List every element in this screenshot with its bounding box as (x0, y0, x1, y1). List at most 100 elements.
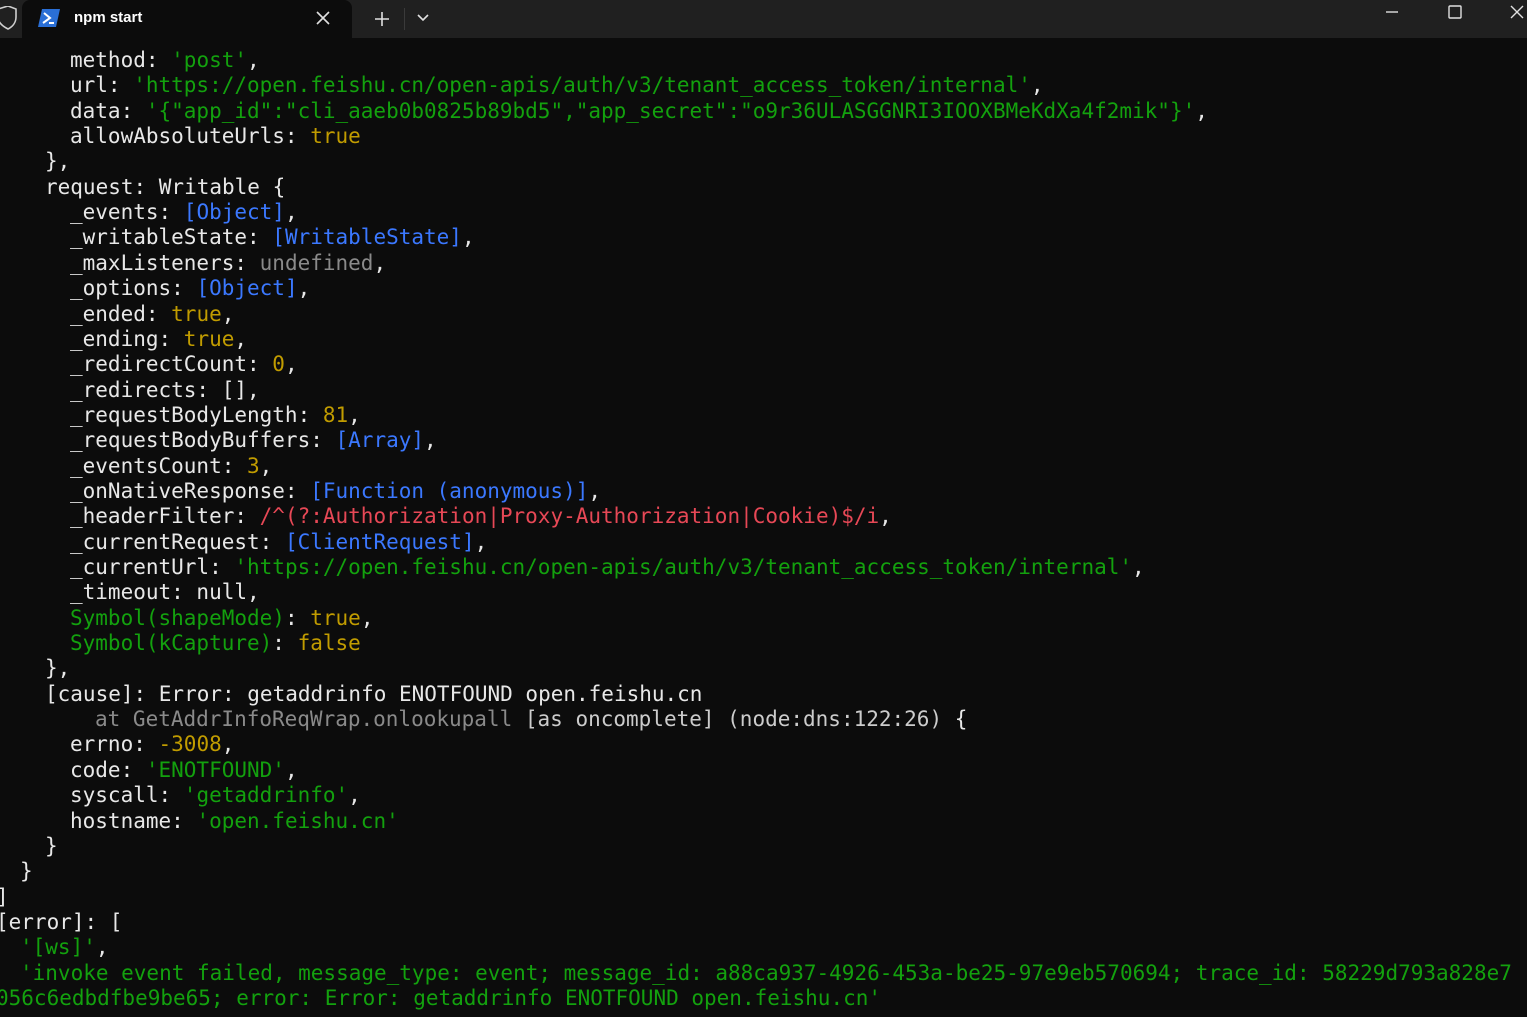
token: hostname: (70, 808, 197, 833)
token: 'getaddrinfo' (183, 783, 349, 808)
token: , (588, 478, 602, 503)
token: [Array] (335, 428, 425, 453)
terminal-line: data: '{"app_id":"cli_aaeb0b0825b89bd5",… (70, 99, 1208, 124)
terminal-line: Symbol(shapeMode): true, (70, 606, 373, 631)
plus-icon[interactable] (372, 9, 392, 29)
token: _writableState: (70, 225, 273, 250)
token: true (171, 301, 222, 326)
token: 0 (272, 352, 285, 377)
token: , (284, 757, 298, 782)
token: method: (70, 48, 172, 72)
token: _requestBodyLength: (70, 402, 323, 427)
terminal-line: _currentRequest: [ClientRequest], (70, 530, 487, 555)
token: [WritableState] (272, 225, 462, 250)
token: [as oncomplete] (node:dns:122:26) (524, 707, 943, 732)
token: '{"app_id":"cli_aaeb0b0825b89bd5","app_s… (145, 98, 1196, 123)
token: data: (70, 98, 146, 123)
close-icon[interactable] (316, 11, 330, 25)
token: [cause]: Error: getaddrinfo ENOTFOUND op… (45, 681, 703, 706)
token: , (95, 935, 109, 960)
token: _requestBodyBuffers: (70, 428, 336, 453)
token: _currentRequest: (70, 529, 285, 554)
token: , (297, 276, 311, 301)
terminal-line: _requestBodyLength: 81, (70, 403, 361, 428)
chevron-down-icon[interactable] (415, 11, 431, 25)
token: 056c6edbdfbe9be65; error: Error: getaddr… (0, 985, 882, 1010)
token: , (1132, 555, 1145, 579)
token: _redirects: [], (70, 377, 260, 402)
token: , (284, 352, 298, 377)
token: 'post' (171, 48, 248, 72)
token: { (942, 707, 968, 732)
token: 3 (247, 453, 260, 478)
token: true (183, 326, 235, 351)
terminal-line: url: 'https://open.feishu.cn/open-apis/a… (70, 73, 1044, 98)
tab-separator (404, 8, 405, 30)
token: , (348, 783, 361, 808)
terminal-line: _requestBodyBuffers: [Array], (70, 428, 437, 453)
terminal-line: at GetAddrInfoReqWrap.onlookupall [as on… (95, 707, 967, 732)
powershell-icon (38, 9, 60, 27)
token: }, (45, 149, 71, 174)
terminal-line: } (45, 834, 58, 859)
token: 'open.feishu.cn' (196, 808, 399, 833)
close-icon[interactable] (1503, 4, 1527, 28)
token: _maxListeners: (70, 250, 260, 275)
terminal-line: _redirectCount: 0, (70, 352, 298, 377)
token: , (221, 732, 235, 757)
token: _ended: (70, 301, 172, 326)
token: _redirectCount: (70, 352, 273, 377)
terminal-line: 'invoke event failed, message_type: even… (20, 961, 1512, 986)
terminal-line: _events: [Object], (70, 200, 298, 225)
terminal-line: _options: [Object], (70, 276, 310, 301)
token: allowAbsoluteUrls: (70, 124, 311, 149)
token: _options: (70, 276, 197, 301)
terminal-line: code: 'ENOTFOUND', (70, 758, 298, 783)
terminal-line: syscall: 'getaddrinfo', (70, 783, 361, 808)
token: , (284, 200, 298, 225)
terminal-line: }, (45, 656, 70, 681)
token: , (221, 301, 235, 326)
token: , (348, 402, 361, 427)
terminal-line: _writableState: [WritableState], (70, 225, 475, 250)
tab-npm-start[interactable]: npm start (22, 0, 352, 38)
token: _onNativeResponse: (70, 478, 311, 503)
token: syscall: (70, 783, 184, 808)
token: [error]: [ (0, 909, 123, 934)
token: , (247, 48, 260, 72)
token: 'https://open.feishu.cn/open-apis/auth/v… (133, 73, 1031, 98)
terminal-output[interactable]: method: 'post', url: 'https://open.feishu… (0, 48, 1527, 1017)
token: -3008 (158, 732, 222, 757)
token: Symbol(kCapture) (70, 631, 273, 656)
terminal-line: } (20, 859, 33, 884)
terminal-line: _currentUrl: 'https://open.feishu.cn/ope… (70, 555, 1145, 580)
token: ] (0, 885, 9, 909)
token: 'invoke event failed, message_type: even… (20, 960, 1512, 985)
token: 81 (322, 402, 349, 427)
terminal-line: 056c6edbdfbe9be65; error: Error: getaddr… (0, 986, 881, 1011)
terminal-line: _headerFilter: /^(?:Authorization|Proxy-… (70, 504, 892, 529)
token: _events: (70, 200, 184, 225)
terminal-line: _ended: true, (70, 302, 234, 327)
terminal-line: hostname: 'open.feishu.cn' (70, 809, 399, 834)
token: '[ws]' (20, 935, 96, 960)
token: _currentUrl: (70, 555, 235, 579)
token: [Function (anonymous)] (310, 478, 589, 503)
shield-icon (0, 6, 17, 30)
tab-title: npm start (74, 9, 143, 26)
token: , (1030, 73, 1044, 98)
token: , (474, 529, 488, 554)
terminal-line: method: 'post', (70, 48, 260, 73)
terminal-line: allowAbsoluteUrls: true (70, 124, 361, 149)
terminal-line: _ending: true, (70, 327, 247, 352)
maximize-icon[interactable] (1441, 4, 1469, 28)
minimize-icon[interactable] (1378, 4, 1406, 28)
token: _ending: (70, 326, 184, 351)
token: Symbol(shapeMode) (70, 605, 285, 630)
token: true (310, 124, 361, 149)
terminal-line: request: Writable { (45, 175, 285, 200)
token: , (259, 453, 273, 478)
token: , (461, 225, 475, 250)
token: [ClientRequest] (284, 529, 475, 554)
token: , (373, 250, 387, 275)
